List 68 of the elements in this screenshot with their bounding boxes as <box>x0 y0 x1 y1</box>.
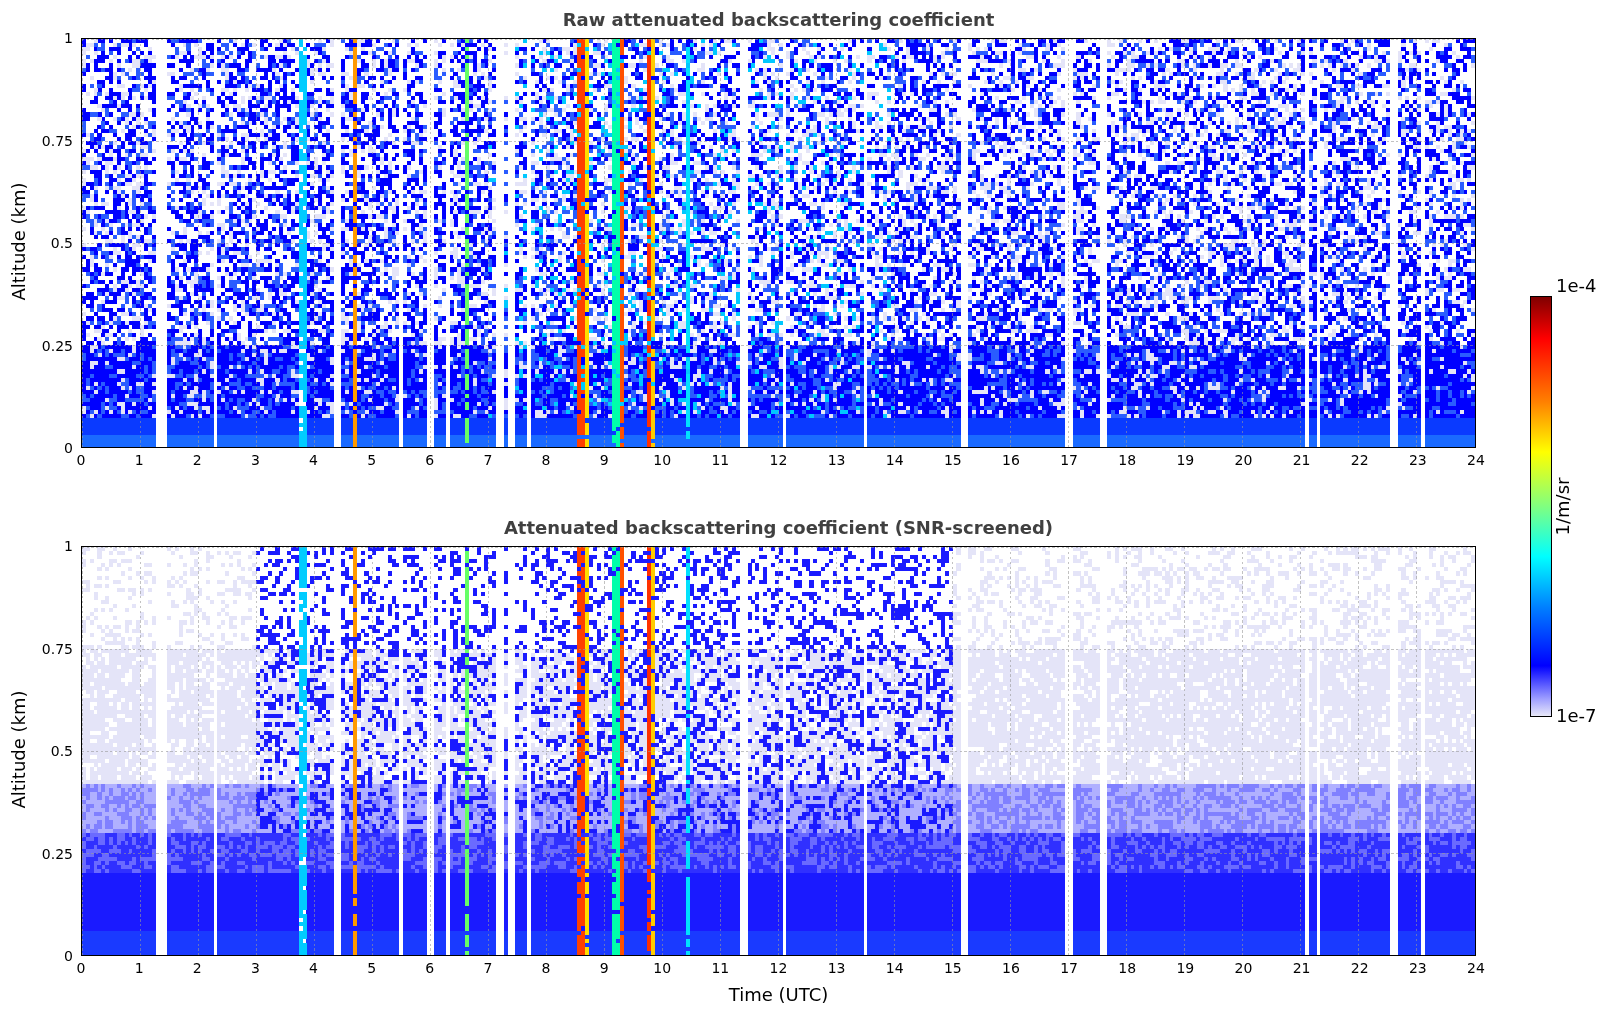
tick-label: 24 <box>1467 452 1485 468</box>
tick-label: 0.75 <box>41 640 73 657</box>
tick-label: 22 <box>1350 452 1369 468</box>
tick-label: 2 <box>192 452 202 468</box>
tick-label: 4 <box>309 960 318 976</box>
tick-label: 18 <box>1118 452 1137 468</box>
tick-label: 16 <box>1002 452 1020 468</box>
tick-label: 9 <box>599 960 609 976</box>
plot-title: Attenuated backscattering coefficient (SNR-screened) <box>502 516 1055 540</box>
colorbar-label: 1e-7 <box>1556 706 1597 726</box>
tick-label: 7 <box>483 452 493 468</box>
tick-label: 11 <box>711 452 730 468</box>
tick-label: 0.5 <box>50 743 73 759</box>
tick-label: 1 <box>134 452 144 468</box>
tick-label: 10 <box>653 960 672 976</box>
tick-label: 3 <box>250 960 260 976</box>
tick-label: 20 <box>1234 960 1253 976</box>
tick-label: 0 <box>76 452 86 468</box>
tick-label: 5 <box>367 960 377 976</box>
tick-label: 23 <box>1408 960 1427 976</box>
tick-label: 21 <box>1292 452 1311 468</box>
tick-label: 11 <box>711 960 730 976</box>
colorbar-unit: 1/m/sr <box>1551 476 1573 537</box>
tick-label: 0.25 <box>41 845 73 862</box>
tick-label: 14 <box>885 960 904 976</box>
tick-label: 23 <box>1408 452 1427 468</box>
tick-label: 21 <box>1292 960 1311 976</box>
tick-label: 12 <box>769 452 788 468</box>
tick-label: 19 <box>1176 960 1195 976</box>
tick-label: 15 <box>943 960 962 976</box>
tick-label: 1 <box>64 30 73 46</box>
tick-label: 3 <box>250 452 260 468</box>
tick-label: 17 <box>1060 452 1079 468</box>
tick-label: 24 <box>1467 960 1485 976</box>
tick-label: 6 <box>425 960 435 976</box>
axis-label: Altitude (km) <box>7 689 29 810</box>
tick-label: 10 <box>653 452 672 468</box>
tick-label: 6 <box>425 452 435 468</box>
axis-label: Time (UTC) <box>727 984 830 1005</box>
tick-label: 4 <box>309 452 318 468</box>
tick-label: 1 <box>64 538 73 554</box>
colorbar-label: 1e-4 <box>1556 276 1597 296</box>
tick-label: 9 <box>599 452 609 468</box>
tick-label: 13 <box>827 452 846 468</box>
tick-label: 16 <box>1002 960 1020 976</box>
tick-label: 13 <box>827 960 846 976</box>
tick-label: 8 <box>541 452 551 468</box>
tick-label: 0 <box>76 960 86 976</box>
tick-label: 17 <box>1060 960 1079 976</box>
plot-title: Raw attenuated backscattering coefficient <box>561 8 996 32</box>
tick-label: 0 <box>64 948 73 964</box>
tick-label: 7 <box>483 960 493 976</box>
axis-label: Altitude (km) <box>7 181 29 302</box>
tick-label: 14 <box>885 452 904 468</box>
tick-label: 1 <box>134 960 144 976</box>
tick-label: 5 <box>367 452 377 468</box>
tick-label: 0.5 <box>50 235 73 251</box>
tick-label: 8 <box>541 960 551 976</box>
tick-label: 0 <box>64 440 73 456</box>
tick-label: 2 <box>192 960 202 976</box>
tick-label: 12 <box>769 960 788 976</box>
tick-label: 22 <box>1350 960 1369 976</box>
tick-label: 15 <box>943 452 962 468</box>
tick-label: 0.75 <box>41 132 73 149</box>
tick-label: 19 <box>1176 452 1195 468</box>
tick-label: 20 <box>1234 452 1253 468</box>
tick-label: 18 <box>1118 960 1137 976</box>
tick-label: 0.25 <box>41 337 73 354</box>
